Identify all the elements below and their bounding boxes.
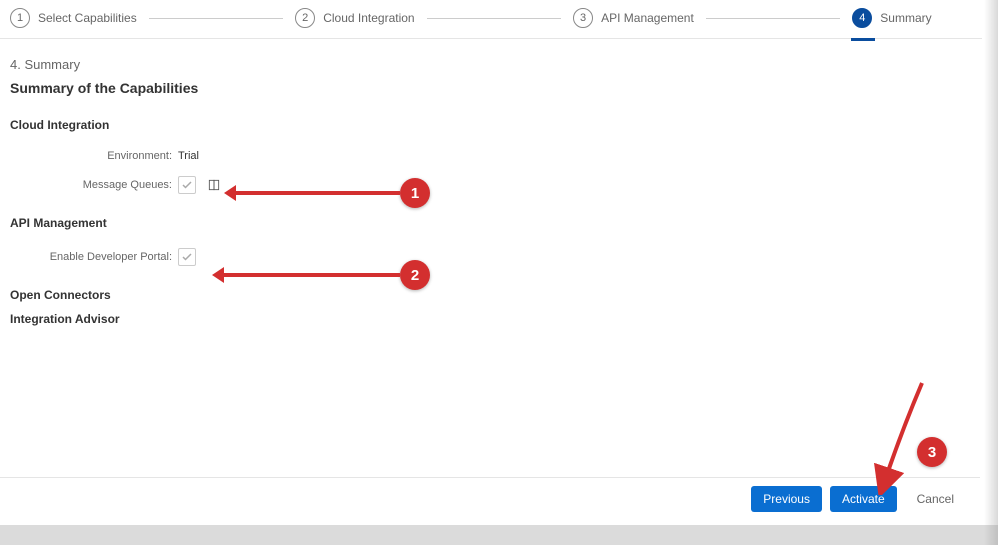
step-api-management[interactable]: 3 API Management [573, 8, 694, 28]
open-connectors-heading: Open Connectors [10, 288, 972, 302]
step-number-heading: 4. Summary [10, 57, 972, 72]
wizard-stepper: 1 Select Capabilities 2 Cloud Integratio… [0, 0, 982, 39]
step-label-1: Select Capabilities [38, 11, 137, 25]
enable-developer-portal-row: Enable Developer Portal: [10, 248, 972, 266]
message-queues-label: Message Queues: [10, 179, 178, 191]
enable-developer-portal-checkbox[interactable] [178, 248, 196, 266]
cancel-button[interactable]: Cancel [905, 486, 966, 512]
environment-row: Environment: Trial [10, 150, 972, 162]
copy-icon[interactable] [206, 177, 222, 193]
previous-button[interactable]: Previous [751, 486, 822, 512]
enable-developer-portal-label: Enable Developer Portal: [10, 251, 178, 263]
step-select-capabilities[interactable]: 1 Select Capabilities [10, 8, 137, 28]
step-label-2: Cloud Integration [323, 11, 414, 25]
activate-button[interactable]: Activate [830, 486, 897, 512]
step-num-4: 4 [859, 12, 865, 24]
message-queues-checkbox[interactable] [178, 176, 196, 194]
summary-content: 4. Summary Summary of the Capabilities C… [0, 39, 982, 340]
wizard-container: 1 Select Capabilities 2 Cloud Integratio… [0, 0, 982, 520]
step-cloud-integration[interactable]: 2 Cloud Integration [295, 8, 414, 28]
step-connector [706, 18, 840, 19]
step-circle-2: 2 [295, 8, 315, 28]
wizard-footer: Previous Activate Cancel [0, 477, 980, 520]
step-circle-4: 4 [852, 8, 872, 28]
api-management-heading: API Management [10, 216, 972, 230]
environment-label: Environment: [10, 150, 178, 162]
message-queues-row: Message Queues: [10, 176, 972, 194]
summary-subtitle: Summary of the Capabilities [10, 80, 972, 96]
step-connector [149, 18, 283, 19]
page-shadow [984, 0, 998, 545]
cloud-integration-heading: Cloud Integration [10, 118, 972, 132]
step-circle-3: 3 [573, 8, 593, 28]
section-cloud-integration: Cloud Integration Environment: Trial Mes… [10, 118, 972, 194]
step-circle-1: 1 [10, 8, 30, 28]
section-api-management: API Management Enable Developer Portal: [10, 216, 972, 266]
step-connector [427, 18, 561, 19]
step-summary[interactable]: 4 Summary [852, 8, 931, 28]
step-label-4: Summary [880, 11, 931, 25]
step-label-3: API Management [601, 11, 694, 25]
page-shadow [0, 525, 998, 545]
checkmark-icon [181, 179, 193, 191]
annotation-circle-3: 3 [917, 437, 947, 467]
environment-value: Trial [178, 150, 199, 162]
checkmark-icon [181, 251, 193, 263]
active-step-underline [851, 38, 875, 41]
integration-advisor-heading: Integration Advisor [10, 312, 972, 326]
